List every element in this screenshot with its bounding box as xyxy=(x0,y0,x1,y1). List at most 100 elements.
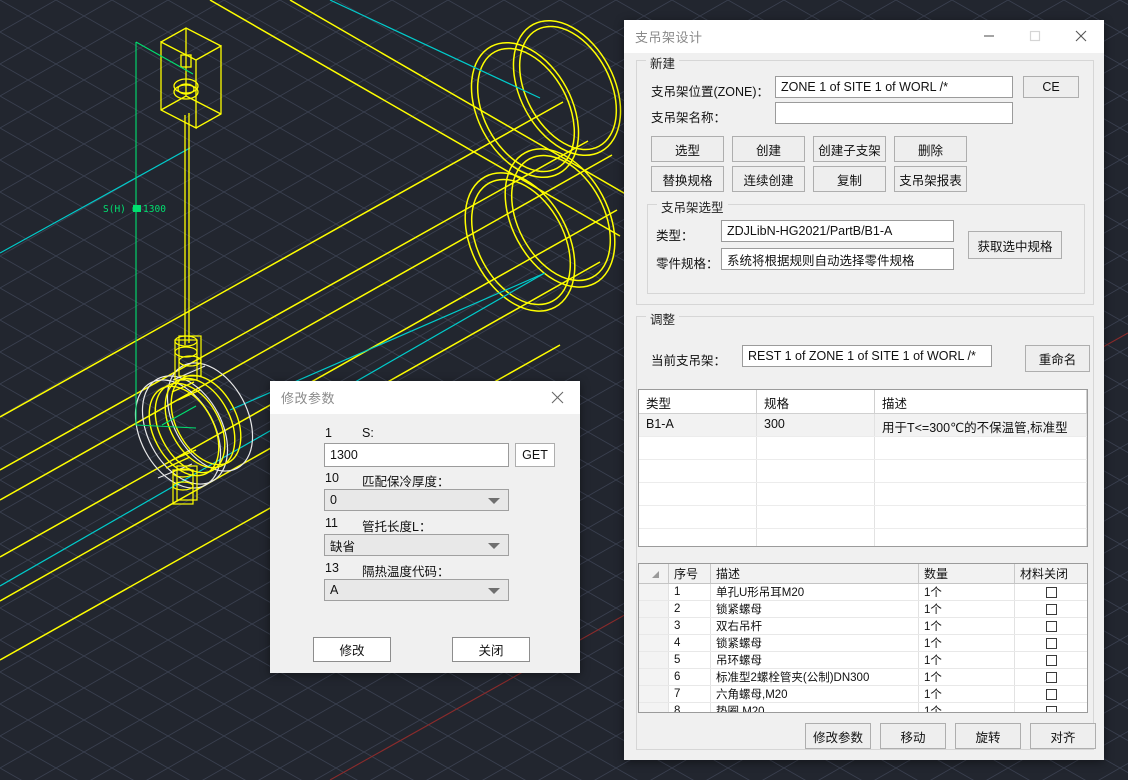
dialog-titlebar[interactable]: 支吊架设计 xyxy=(624,20,1104,53)
spec-table-header: 类型 规格 描述 xyxy=(639,390,1087,414)
checkbox-icon[interactable] xyxy=(1046,706,1057,714)
table-row[interactable]: 7六角螺母,M201个 xyxy=(639,686,1087,703)
param-s-input[interactable]: 1300 xyxy=(324,443,509,467)
chevron-down-icon xyxy=(488,588,500,594)
bom-cell-gutter[interactable] xyxy=(639,584,669,600)
param-insulation-value: 0 xyxy=(330,493,337,507)
bom-cell-gutter[interactable] xyxy=(639,635,669,651)
current-hanger-input[interactable]: REST 1 of ZONE 1 of SITE 1 of WORL /* xyxy=(742,345,992,367)
get-selected-spec-button[interactable]: 获取选中规格 xyxy=(968,231,1062,259)
table-row-empty[interactable] xyxy=(639,529,1087,547)
checkbox-icon[interactable] xyxy=(1046,672,1057,683)
checkbox-icon[interactable] xyxy=(1046,587,1057,598)
part-spec-input[interactable]: 系统将根据规则自动选择零件规格 xyxy=(721,248,954,270)
table-row[interactable]: B1-A 300 用于T<=300℃的不保温管,标准型 xyxy=(639,414,1087,437)
param-shoe-length-combo[interactable]: 缺省 xyxy=(324,534,509,556)
minimize-icon[interactable] xyxy=(966,20,1012,52)
create-sub-button[interactable]: 创建子支架 xyxy=(813,136,886,162)
table-row[interactable]: 6标准型2螺栓管夹(公制)DN3001个 xyxy=(639,669,1087,686)
bom-cell-gutter[interactable] xyxy=(639,669,669,685)
maximize-icon[interactable] xyxy=(1012,20,1058,52)
bom-col-desc: 描述 xyxy=(711,564,919,583)
bom-col-no: 序号 xyxy=(669,564,711,583)
align-button[interactable]: 对齐 xyxy=(1030,723,1096,749)
get-button[interactable]: GET xyxy=(515,443,555,467)
delete-button[interactable]: 删除 xyxy=(894,136,967,162)
modify-params-button[interactable]: 修改参数 xyxy=(805,723,871,749)
table-row[interactable]: 3双右吊杆1个 xyxy=(639,618,1087,635)
bom-cell-desc: 吊环螺母 xyxy=(711,652,919,668)
checkbox-icon[interactable] xyxy=(1046,638,1057,649)
zone-input[interactable]: ZONE 1 of SITE 1 of WORL /* xyxy=(775,76,1013,98)
param-label-temp-code: 隔热温度代码： xyxy=(362,561,450,580)
param-label-insulation: 匹配保冷厚度： xyxy=(362,471,450,490)
rename-button[interactable]: 重命名 xyxy=(1025,345,1090,372)
hanger-name-label: 支吊架名称： xyxy=(651,107,726,126)
bom-cell-qty: 1个 xyxy=(919,686,1015,702)
param-temp-code-combo[interactable]: A xyxy=(324,579,509,601)
ce-button[interactable]: CE xyxy=(1023,76,1079,98)
bom-cell-material-off[interactable] xyxy=(1015,652,1087,668)
param-dialog-titlebar[interactable]: 修改参数 xyxy=(270,381,580,414)
zone-label: 支吊架位置(ZONE)： xyxy=(651,81,769,100)
modify-params-dialog[interactable]: 修改参数 1 S: 1300 GET 10 匹配保冷厚度： 0 11 管托长度L… xyxy=(270,381,580,673)
table-row-empty[interactable] xyxy=(639,437,1087,460)
bom-cell-material-off[interactable] xyxy=(1015,618,1087,634)
table-row[interactable]: 2锁紧螺母1个 xyxy=(639,601,1087,618)
param-insulation-combo[interactable]: 0 xyxy=(324,489,509,511)
checkbox-icon[interactable] xyxy=(1046,604,1057,615)
type-input[interactable]: ZDJLibN-HG2021/PartB/B1-A xyxy=(721,220,954,242)
close-icon[interactable] xyxy=(534,381,580,413)
spec-table[interactable]: 类型 规格 描述 B1-A 300 用于T<=300℃的不保温管,标准型 xyxy=(638,389,1088,547)
bom-cell-gutter[interactable] xyxy=(639,703,669,713)
checkbox-icon[interactable] xyxy=(1046,689,1057,700)
bom-cell-desc: 锁紧螺母 xyxy=(711,635,919,651)
bom-cell-qty: 1个 xyxy=(919,652,1015,668)
close-icon[interactable] xyxy=(1058,20,1104,52)
bom-cell-gutter[interactable] xyxy=(639,601,669,617)
bom-cell-material-off[interactable] xyxy=(1015,669,1087,685)
hanger-report-button[interactable]: 支吊架报表 xyxy=(894,166,967,192)
bom-cell-qty: 1个 xyxy=(919,703,1015,713)
move-button[interactable]: 移动 xyxy=(880,723,946,749)
bom-cell-gutter[interactable] xyxy=(639,652,669,668)
rotate-button[interactable]: 旋转 xyxy=(955,723,1021,749)
hanger-design-dialog[interactable]: 支吊架设计 新建 支吊架位置(ZONE)： ZONE 1 of SITE 1 o… xyxy=(624,20,1104,760)
bom-cell-material-off[interactable] xyxy=(1015,686,1087,702)
close-button[interactable]: 关闭 xyxy=(452,637,530,662)
copy-button[interactable]: 复制 xyxy=(813,166,886,192)
table-row-empty[interactable] xyxy=(639,506,1087,529)
bom-cell-gutter[interactable] xyxy=(639,686,669,702)
table-row[interactable]: 5吊环螺母1个 xyxy=(639,652,1087,669)
bom-cell-gutter[interactable] xyxy=(639,618,669,634)
bom-cell-material-off[interactable] xyxy=(1015,601,1087,617)
table-row[interactable]: 8垫圈,M201个 xyxy=(639,703,1087,713)
select-type-button[interactable]: 选型 xyxy=(651,136,724,162)
checkbox-icon[interactable] xyxy=(1046,621,1057,632)
bom-cell-no: 3 xyxy=(669,618,711,634)
checkbox-icon[interactable] xyxy=(1046,655,1057,666)
param-temp-code-value: A xyxy=(330,583,338,597)
spec-cell-size: 300 xyxy=(757,414,875,436)
bom-cell-material-off[interactable] xyxy=(1015,635,1087,651)
bom-cell-no: 7 xyxy=(669,686,711,702)
replace-spec-button[interactable]: 替换规格 xyxy=(651,166,724,192)
bom-rows: 1单孔U形吊耳M201个2锁紧螺母1个3双右吊杆1个4锁紧螺母1个5吊环螺母1个… xyxy=(639,584,1087,713)
spec-cell-desc: 用于T<=300℃的不保温管,标准型 xyxy=(875,414,1087,436)
bom-cell-desc: 六角螺母,M20 xyxy=(711,686,919,702)
bom-cell-material-off[interactable] xyxy=(1015,703,1087,713)
table-row-empty[interactable] xyxy=(639,483,1087,506)
bom-cell-no: 1 xyxy=(669,584,711,600)
param-index-13: 13 xyxy=(325,561,339,575)
table-row[interactable]: 4锁紧螺母1个 xyxy=(639,635,1087,652)
table-row-empty[interactable] xyxy=(639,460,1087,483)
bom-cell-material-off[interactable] xyxy=(1015,584,1087,600)
bom-col-sort[interactable] xyxy=(639,564,669,583)
table-row[interactable]: 1单孔U形吊耳M201个 xyxy=(639,584,1087,601)
continuous-create-button[interactable]: 连续创建 xyxy=(732,166,805,192)
hanger-name-input[interactable] xyxy=(775,102,1013,124)
create-button[interactable]: 创建 xyxy=(732,136,805,162)
bom-table[interactable]: 序号 描述 数量 材料关闭 1单孔U形吊耳M201个2锁紧螺母1个3双右吊杆1个… xyxy=(638,563,1088,713)
spec-col-desc: 描述 xyxy=(875,390,1087,413)
apply-button[interactable]: 修改 xyxy=(313,637,391,662)
